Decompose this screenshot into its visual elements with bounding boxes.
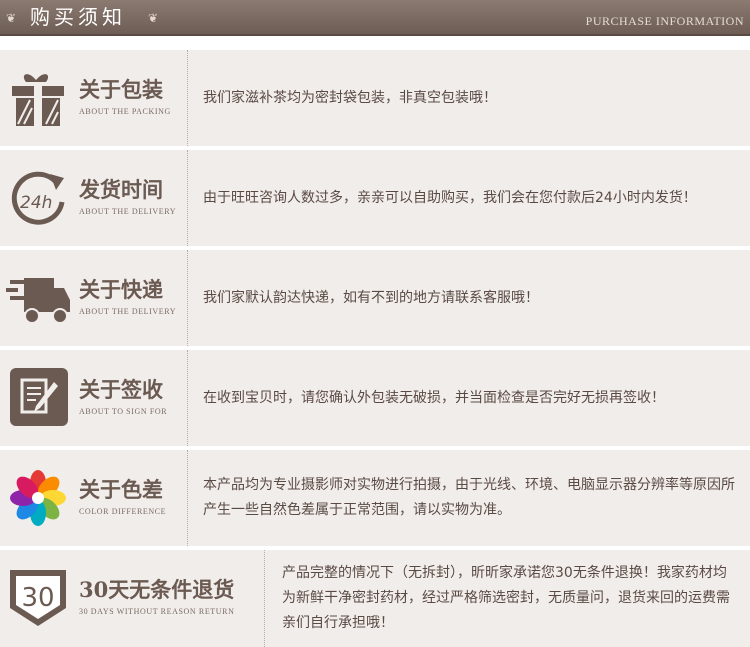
row-description: 在收到宝贝时，请您确认外包装无破损，并当面检查是否完好无损再签收！ — [203, 389, 665, 406]
header-title: 购买须知 — [30, 5, 126, 29]
row-title-en: ABOUT THE DELIVERY — [79, 207, 177, 216]
info-row-packing: 关于包装 ABOUT THE PACKING 我们家滋补茶均为密封袋包装，非真空… — [0, 50, 750, 146]
header-subtitle: PURCHASE INFORMATION — [585, 14, 744, 28]
row-description: 我们家默认韵达快递，如有不到的地方请联系客服哦！ — [203, 289, 539, 306]
row-title-en: COLOR DIFFERENCE — [79, 507, 167, 516]
row-divider — [187, 450, 188, 546]
row-title-en: ABOUT THE DELIVERY — [79, 307, 177, 316]
color-wheel-icon — [6, 468, 70, 528]
24h-clock-icon: 24h — [6, 168, 70, 228]
row-title: 发货时间 — [79, 177, 163, 202]
row-title: 30天无条件退货 — [79, 577, 235, 602]
sign-document-icon — [6, 368, 70, 428]
row-title-en: ABOUT THE PACKING — [79, 107, 171, 116]
info-row-30-day-return: 30 30天无条件退货 30 DAYS WITHOUT REASON RETUR… — [0, 550, 750, 647]
row-title: 关于包装 — [79, 77, 163, 102]
row-divider — [264, 550, 265, 647]
info-row-delivery-time: 24h 发货时间 ABOUT THE DELIVERY 由于旺旺咨询人数过多，亲… — [0, 150, 750, 246]
header-banner: ❦ 购买须知 ❦ PURCHASE INFORMATION — [0, 0, 750, 36]
row-divider — [187, 250, 188, 346]
row-description: 本产品均为专业摄影师对实物进行拍摄，由于光线、环境、电脑显示器分辨率等原因所产生… — [203, 477, 735, 518]
ornament-left-icon: ❦ — [6, 11, 17, 25]
row-divider — [187, 350, 188, 446]
row-divider — [187, 150, 188, 246]
row-title-en: 30 DAYS WITHOUT REASON RETURN — [79, 607, 235, 616]
info-row-express: 关于快递 ABOUT THE DELIVERY 我们家默认韵达快递，如有不到的地… — [0, 250, 750, 346]
row-description: 产品完整的情况下（无拆封），昕昕家承诺您30无条件退换！我家药材均为新鲜干净密封… — [282, 565, 730, 631]
row-divider — [187, 50, 188, 146]
shield-30-label: 30 — [21, 583, 54, 613]
gift-box-icon — [6, 68, 70, 128]
row-title: 关于快递 — [79, 277, 163, 302]
row-title: 关于色差 — [79, 477, 163, 502]
info-row-signing: 关于签收 ABOUT TO SIGN FOR 在收到宝贝时，请您确认外包装无破损… — [0, 350, 750, 446]
info-row-color-difference: 关于色差 COLOR DIFFERENCE 本产品均为专业摄影师对实物进行拍摄，… — [0, 450, 750, 546]
clock-24h-label: 24h — [20, 193, 52, 213]
row-description: 我们家滋补茶均为密封袋包装，非真空包装哦！ — [203, 89, 497, 106]
row-description: 由于旺旺咨询人数过多，亲亲可以自助购买，我们会在您付款后24小时内发货！ — [203, 189, 697, 206]
ornament-right-icon: ❦ — [148, 11, 159, 25]
delivery-truck-icon — [6, 268, 70, 328]
row-title-en: ABOUT TO SIGN FOR — [79, 407, 168, 416]
30-days-shield-icon: 30 — [6, 568, 70, 628]
row-title: 关于签收 — [79, 377, 163, 402]
